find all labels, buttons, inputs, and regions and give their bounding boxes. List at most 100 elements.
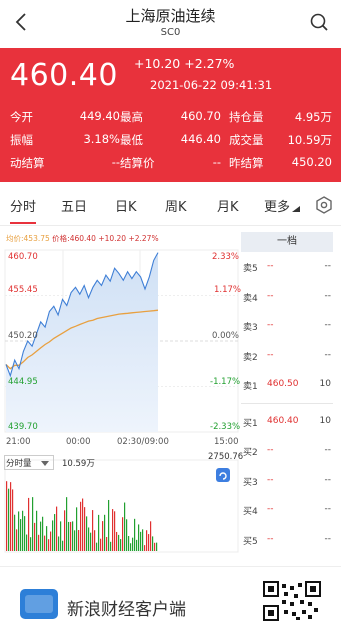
search-icon[interactable] <box>309 12 329 32</box>
ask-row: 卖3 -- -- <box>241 311 333 341</box>
volume-bar <box>124 502 126 551</box>
tab-five-day[interactable]: 五日 <box>61 196 87 215</box>
ask-label: 卖4 <box>243 293 258 304</box>
volume-bar <box>138 524 140 551</box>
ask-volume: -- <box>324 261 332 271</box>
quote-stats: 今开 449.40 最高 460.70 持仓量 4.95万 振幅 3.18% 最… <box>10 107 332 176</box>
volume-bar <box>80 501 82 551</box>
order-book-divider <box>241 402 333 404</box>
bid-volume: -- <box>324 504 332 514</box>
bid-label: 买1 <box>243 418 258 429</box>
stat-row: 动结算 -- 结算价 -- 昨结算 450.20 <box>10 153 332 176</box>
y-pct-label: 2.33% <box>212 252 240 262</box>
order-book: 一档 卖5 -- -- 卖4 -- -- 卖3 -- -- 卖2 -- -- 卖1 460.50 1… <box>241 232 333 554</box>
page-title: 上海原油连续 <box>125 7 216 25</box>
y-tick-label: 460.70 <box>8 252 38 262</box>
volume-bar <box>18 511 20 551</box>
stat-value: 460.70 <box>180 109 221 123</box>
x-tick-label: 15:00 <box>214 437 239 447</box>
volume-bar <box>106 536 108 551</box>
volume-bar <box>48 539 50 551</box>
legend-average: 均价:453.75 <box>6 234 50 243</box>
ask-volume: -- <box>324 320 332 330</box>
volume-bar <box>100 538 102 551</box>
volume-bar <box>38 534 40 551</box>
volume-bar <box>78 530 80 551</box>
volume-bar <box>114 511 116 551</box>
volume-bar <box>88 527 90 551</box>
volume-bar <box>66 497 68 551</box>
volume-bar <box>56 506 58 551</box>
volume-bar <box>16 529 18 551</box>
bid-volume: 10 <box>319 415 331 426</box>
tab-daily-k[interactable]: 日K <box>115 196 137 215</box>
bid-price: -- <box>267 474 274 485</box>
volume-bar <box>156 542 158 551</box>
volume-bar <box>68 521 70 551</box>
volume-bar <box>96 542 98 551</box>
ask-price: 460.50 <box>267 379 299 389</box>
ask-volume: 10 <box>319 379 331 389</box>
volume-bar <box>82 498 84 551</box>
volume-bar <box>132 537 134 551</box>
volume-bar <box>26 534 28 551</box>
ask-price: -- <box>267 290 274 301</box>
volume-bar <box>30 537 32 551</box>
volume-bar <box>42 516 44 551</box>
y-tick-label: 439.70 <box>8 422 38 432</box>
footer-banner[interactable]: 新浪财经客户端 <box>0 566 341 621</box>
y-pct-label: 1.17% <box>214 285 242 295</box>
y-tick-label: 455.45 <box>8 285 38 295</box>
tab-weekly-k[interactable]: 周K <box>165 196 187 215</box>
tab-intraday[interactable]: 分时 <box>10 196 37 224</box>
app: { "header": { "title": "上海原油连续", "subtit… <box>0 0 341 621</box>
volume-bar <box>54 514 56 551</box>
ask-row: 卖1 460.50 10 <box>241 370 333 400</box>
volume-bar <box>142 529 144 551</box>
volume-bar <box>122 517 124 551</box>
gear-icon[interactable] <box>315 196 333 214</box>
bid-volume: -- <box>324 533 332 544</box>
volume-bar <box>148 534 150 551</box>
stat-label: 今开 <box>10 110 33 124</box>
volume-bar <box>116 531 118 551</box>
contract-code: SC0 <box>160 27 181 38</box>
bid-row: 买5 -- -- <box>241 525 333 555</box>
stat-value: 4.95万 <box>294 110 332 124</box>
volume-bar <box>40 521 42 551</box>
stat-label: 结算价 <box>120 156 155 170</box>
volume-bar <box>154 542 156 551</box>
stat-label: 成交量 <box>229 133 264 147</box>
volume-bar <box>34 522 36 551</box>
tab-more[interactable]: 更多 <box>264 196 290 215</box>
volume-bar <box>72 521 74 551</box>
stat-value: 450.20 <box>291 155 332 169</box>
chart-tabs: 分时 五日 日K 周K 月K 更多 <box>0 186 341 226</box>
volume-bar <box>146 530 148 551</box>
tab-monthly-k[interactable]: 月K <box>217 196 239 215</box>
ask-row: 卖4 -- -- <box>241 282 333 312</box>
y-tick-label: 450.20 <box>8 331 38 341</box>
volume-bar <box>128 536 130 551</box>
bid-label: 买2 <box>243 448 258 458</box>
bid-row: 买2 -- -- <box>241 436 333 466</box>
volume-bar <box>126 519 128 551</box>
stat-row: 振幅 3.18% 最低 446.40 成交量 10.59万 <box>10 130 332 153</box>
bid-volume: -- <box>324 474 332 485</box>
volume-bar <box>8 488 10 551</box>
stat-label: 动结算 <box>10 156 45 170</box>
header-bar: 上海原油连续 SC0 <box>0 0 341 46</box>
last-price: 460.40 <box>10 58 118 93</box>
stat-value: 10.59万 <box>287 133 332 147</box>
y-pct-label: 0.00% <box>212 331 240 341</box>
volume-bar <box>108 499 110 551</box>
y-pct-label: -2.33% <box>210 422 241 432</box>
volume-bar <box>86 516 88 551</box>
ask-label: 卖5 <box>243 264 258 274</box>
volume-bar <box>130 543 132 551</box>
chart-legend: 均价:453.75 价格:460.40 +10.20 +2.27% <box>6 233 159 244</box>
volume-bar <box>36 510 38 551</box>
refresh-icon[interactable] <box>216 468 230 482</box>
volume-bar <box>76 507 78 551</box>
volume-bar <box>90 532 92 551</box>
